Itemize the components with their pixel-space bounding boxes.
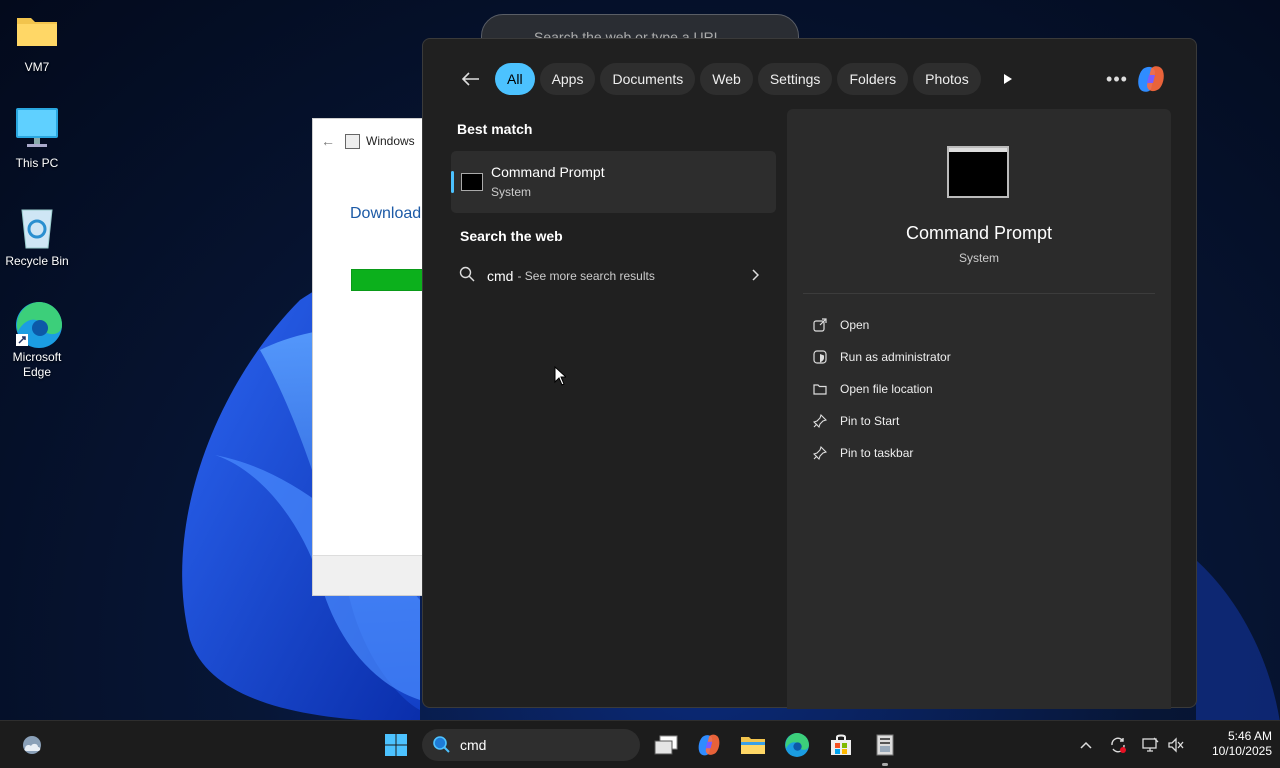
desktop-icon-this-pc[interactable]: This PC [0, 106, 74, 171]
clock-time: 5:46 AM [1227, 729, 1272, 743]
tab-web[interactable]: Web [700, 63, 753, 95]
installer-app-icon[interactable] [869, 729, 901, 761]
divider [803, 293, 1155, 294]
taskbar-search-box[interactable]: cmd [422, 729, 640, 761]
volume-muted-icon[interactable] [1164, 729, 1188, 761]
best-match-heading: Best match [457, 121, 533, 137]
command-prompt-icon [461, 173, 483, 191]
action-open[interactable]: Open [811, 309, 951, 341]
folder-open-icon [811, 380, 829, 398]
copilot-icon[interactable] [1135, 63, 1167, 95]
tab-all[interactable]: All [495, 63, 535, 95]
command-prompt-large-icon [947, 146, 1009, 198]
selection-accent [451, 171, 454, 193]
start-search-panel: All Apps Documents Web Settings Folders … [422, 38, 1197, 709]
start-button[interactable] [380, 729, 412, 761]
microsoft-store-icon[interactable] [825, 729, 857, 761]
filter-tabs: All Apps Documents Web Settings Folders … [455, 63, 1024, 95]
tab-photos[interactable]: Photos [913, 63, 981, 95]
open-icon [811, 316, 829, 334]
monitor-icon [14, 106, 60, 152]
desktop-icon-vm7[interactable]: VM7 [0, 10, 74, 75]
search-icon [459, 266, 475, 287]
web-search-result[interactable]: cmd - See more search results [459, 261, 760, 291]
action-pin-to-taskbar[interactable]: Pin to taskbar [811, 437, 951, 469]
web-more-results: - See more search results [517, 269, 655, 283]
tab-documents[interactable]: Documents [600, 63, 696, 95]
chevron-right-icon [751, 268, 760, 284]
sync-status-icon[interactable] [1106, 729, 1130, 761]
pin-icon [811, 412, 829, 430]
best-match-type: System [491, 185, 532, 199]
tab-folders[interactable]: Folders [837, 63, 909, 95]
web-query: cmd [487, 268, 514, 284]
tab-settings[interactable]: Settings [757, 63, 833, 95]
detail-type: System [958, 251, 999, 265]
shield-icon [811, 348, 829, 366]
clock-date: 10/10/2025 [1211, 744, 1272, 758]
action-label: Pin to taskbar [840, 446, 914, 460]
system-clock[interactable]: 5:46 AM 10/10/2025 [1190, 729, 1272, 759]
back-arrow-icon[interactable] [455, 63, 487, 95]
copilot-taskbar-icon[interactable] [693, 729, 725, 761]
result-detail-pane: Command Prompt System Open Run as admini… [787, 109, 1171, 709]
best-match-name: Command Prompt [491, 164, 605, 180]
window-app-icon [345, 133, 360, 149]
task-view-icon[interactable] [650, 729, 682, 761]
folder-icon [14, 10, 60, 56]
action-label: Open file location [840, 382, 933, 396]
desktop-icon-recycle-bin[interactable]: Recycle Bin [0, 204, 74, 269]
taskbar: cmd 5:46 AM 10/10/2025 [0, 720, 1280, 768]
action-label: Pin to Start [840, 414, 900, 428]
recycle-bin-icon [14, 204, 60, 250]
tab-apps[interactable]: Apps [539, 63, 596, 95]
action-pin-to-start[interactable]: Pin to Start [811, 405, 951, 437]
network-icon[interactable] [1138, 729, 1162, 761]
file-explorer-icon[interactable] [737, 729, 769, 761]
edge-taskbar-icon[interactable] [781, 729, 813, 761]
running-indicator [882, 763, 888, 766]
pin-icon [811, 444, 829, 462]
best-match-result[interactable]: Command Prompt System [451, 151, 776, 213]
more-options-icon[interactable]: ••• [1101, 63, 1133, 95]
search-icon [432, 735, 450, 756]
window-title: Windows [366, 134, 415, 148]
show-hidden-icons-chevron-icon[interactable] [1074, 729, 1098, 761]
weather-widget-icon[interactable] [16, 729, 48, 761]
windows-logo-icon [385, 734, 407, 756]
back-arrow-icon[interactable]: ← [321, 133, 335, 149]
action-list: Open Run as administrator Open file loca… [811, 309, 951, 469]
search-web-heading: Search the web [460, 228, 563, 244]
action-label: Run as administrator [840, 350, 951, 364]
action-open-file-location[interactable]: Open file location [811, 373, 951, 405]
desktop-icon-microsoft-edge[interactable]: Microsoft Edge [0, 300, 74, 380]
detail-name: Command Prompt [905, 223, 1053, 243]
more-tabs-play-icon[interactable] [992, 63, 1024, 95]
search-input-value: cmd [460, 737, 487, 753]
action-run-as-administrator[interactable]: Run as administrator [811, 341, 951, 373]
action-label: Open [840, 318, 870, 332]
mouse-cursor-icon [554, 365, 568, 391]
edge-icon [14, 300, 63, 348]
